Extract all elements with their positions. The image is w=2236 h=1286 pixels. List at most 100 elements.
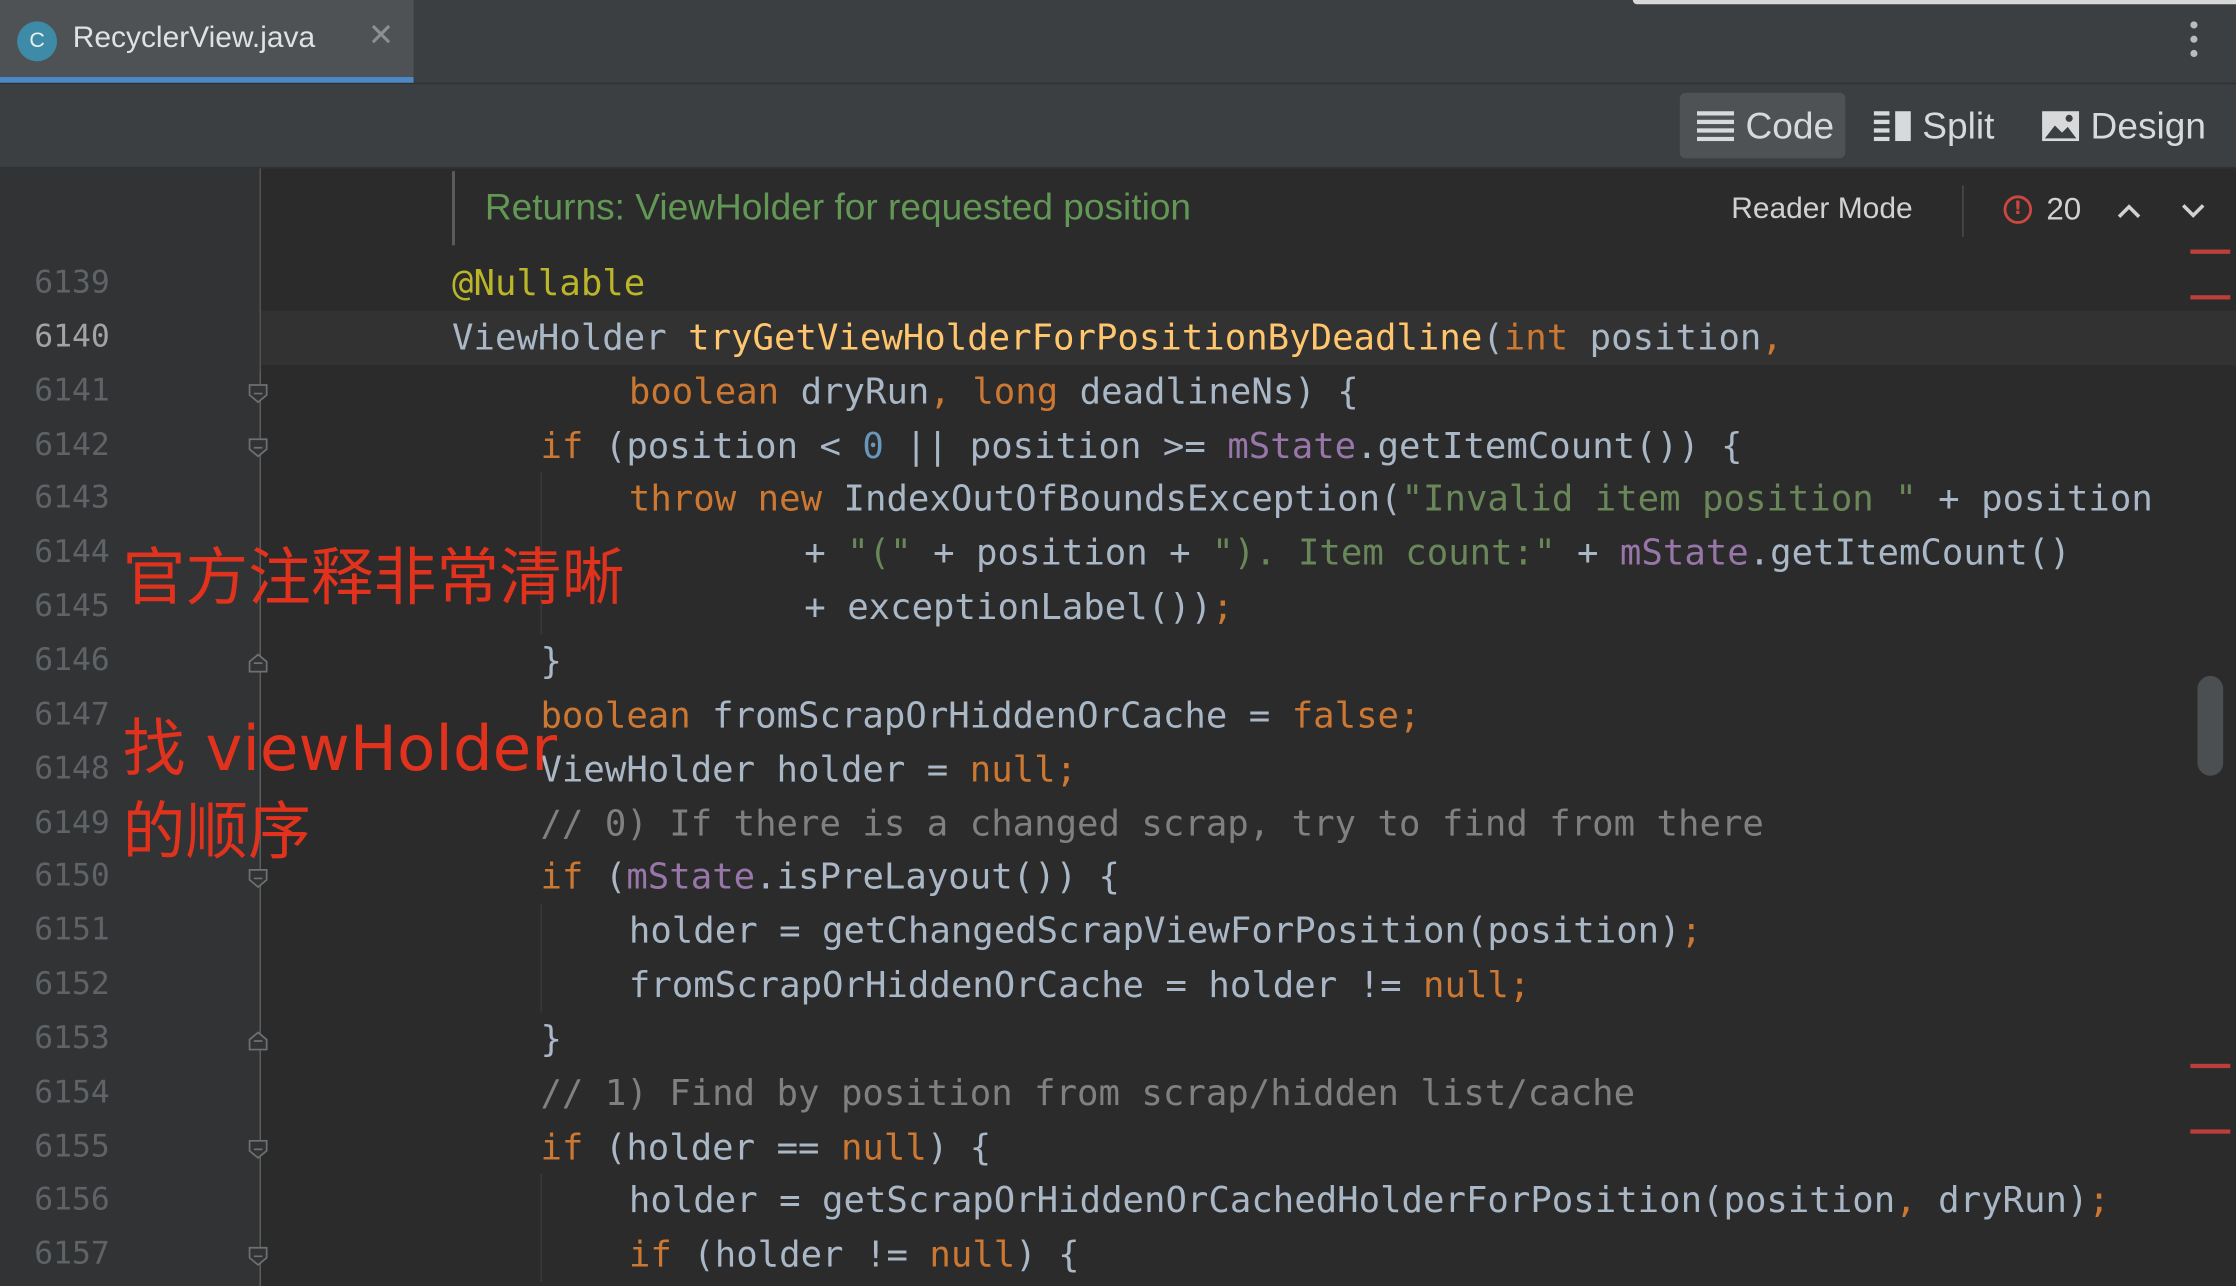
code-line[interactable]: if (holder != null) {: [629, 1228, 1080, 1282]
code-token: (: [1482, 316, 1504, 358]
code-token: (holder !=: [693, 1233, 930, 1276]
line-number[interactable]: 6152: [34, 958, 120, 1012]
fold-marker-icon[interactable]: [248, 1137, 268, 1159]
code-token: // 1) Find by position from scrap/hidden…: [540, 1072, 1636, 1114]
annotation-order: 的顺序: [122, 795, 311, 869]
code-line[interactable]: holder = getScrapOrHiddenOrCachedHolderF…: [629, 1174, 2110, 1228]
code-token: mState: [1227, 424, 1357, 466]
line-number[interactable]: 6150: [34, 850, 120, 904]
code-mode-label: Code: [1745, 104, 1835, 147]
code-token: "(": [847, 532, 934, 574]
error-icon[interactable]: !: [2003, 195, 2033, 224]
code-token: int: [1503, 316, 1590, 358]
code-token: tryGetViewHolderForPositionByDeadline: [688, 316, 1483, 358]
code-line[interactable]: + "(" + position + "). Item count:" + mS…: [804, 527, 2070, 581]
active-tab-indicator: [0, 77, 414, 83]
line-number[interactable]: 6142: [34, 419, 120, 473]
code-token: +: [1576, 532, 1620, 574]
chevron-up-icon[interactable]: [2115, 197, 2144, 226]
code-line[interactable]: }: [540, 634, 561, 688]
line-number[interactable]: 6141: [34, 365, 120, 419]
close-icon[interactable]: ✕: [368, 19, 394, 55]
code-token: holder = getScrapOrHiddenOrCachedHolderF…: [628, 1179, 1896, 1222]
code-token: + exceptionLabel()): [804, 586, 1213, 628]
line-number[interactable]: 6156: [34, 1174, 120, 1228]
reader-separator: [1962, 185, 1964, 237]
line-number[interactable]: 6155: [34, 1120, 120, 1174]
code-line[interactable]: @Nullable: [452, 257, 645, 311]
line-number[interactable]: 6157: [34, 1228, 120, 1282]
line-number[interactable]: 6140: [34, 311, 120, 365]
fold-marker-icon[interactable]: [248, 436, 268, 457]
line-number[interactable]: 6144: [34, 527, 120, 581]
code-token: +: [804, 532, 848, 574]
image-icon: [2042, 96, 2080, 162]
error-stripe-marker[interactable]: [2190, 249, 2231, 254]
code-line[interactable]: }: [540, 1012, 561, 1066]
code-line[interactable]: if (holder == null) {: [540, 1120, 991, 1174]
error-stripe-marker[interactable]: [2190, 1129, 2231, 1134]
code-token: ,: [929, 370, 973, 412]
chevron-down-icon[interactable]: [2179, 197, 2208, 226]
code-line[interactable]: // 1) Find by position from scrap/hidden…: [540, 1066, 1635, 1120]
code-line[interactable]: ViewHolder tryGetViewHolderForPositionBy…: [452, 311, 1783, 365]
indent-guide: [540, 904, 542, 1013]
fold-marker-icon[interactable]: [248, 1245, 268, 1267]
code-line[interactable]: fromScrapOrHiddenOrCache = holder != nul…: [629, 958, 1530, 1012]
design-mode-label: Design: [2090, 104, 2206, 147]
line-number[interactable]: 6154: [34, 1066, 120, 1120]
code-line[interactable]: throw new IndexOutOfBoundsException("Inv…: [629, 473, 2153, 527]
rendered-doc-comment: Returns: ViewHolder for requested positi…: [261, 168, 2236, 254]
code-line[interactable]: if (mState.isPreLayout()) {: [540, 850, 1120, 904]
code-token: IndexOutOfBoundsException(: [843, 478, 1402, 520]
annotation-comment-clear: 官方注释非常清晰: [122, 541, 625, 615]
code-token: null;: [1423, 964, 1531, 1006]
fold-marker-icon[interactable]: [248, 868, 268, 889]
code-token: || position >=: [905, 424, 1228, 466]
code-mode-button[interactable]: Code: [1679, 92, 1846, 162]
code-token: throw new: [628, 478, 844, 520]
line-number[interactable]: 6149: [34, 796, 120, 850]
code-line[interactable]: if (position < 0 || position >= mState.g…: [540, 419, 1742, 473]
code-line[interactable]: boolean dryRun, long deadlineNs) {: [629, 365, 1359, 419]
lines-icon: [1696, 96, 1735, 162]
code-token: if: [628, 1233, 694, 1276]
line-number[interactable]: 6151: [34, 904, 120, 958]
code-token: .getItemCount()) {: [1356, 424, 1743, 466]
split-mode-button[interactable]: Split: [1873, 93, 2017, 162]
design-mode-button[interactable]: Design: [2042, 93, 2222, 159]
line-number[interactable]: 6147: [34, 688, 120, 742]
code-token: null: [929, 1233, 1016, 1276]
line-number[interactable]: 6146: [34, 634, 120, 688]
java-class-icon: C: [17, 21, 58, 62]
code-token: ,: [1895, 1179, 1939, 1222]
code-token: null: [840, 1125, 927, 1168]
tab-recyclerview-java[interactable]: C RecyclerView.java ✕: [0, 0, 414, 83]
more-vertical-icon[interactable]: [2182, 17, 2205, 60]
code-token: "Invalid item position ": [1401, 478, 1939, 520]
error-stripe-marker[interactable]: [2190, 295, 2231, 300]
line-number[interactable]: 6148: [34, 742, 120, 796]
line-number[interactable]: 6153: [34, 1012, 120, 1066]
fold-marker-icon[interactable]: [248, 382, 268, 403]
fold-marker-icon[interactable]: [248, 652, 268, 673]
vertical-scrollbar-thumb[interactable]: [2197, 675, 2224, 776]
code-token: dryRun: [800, 370, 930, 412]
error-stripe-marker[interactable]: [2190, 1063, 2231, 1069]
doc-bar: [452, 171, 455, 246]
code-line[interactable]: // 0) If there is a changed scrap, try t…: [540, 796, 1763, 850]
line-number[interactable]: 6143: [34, 473, 120, 527]
fold-marker-icon[interactable]: [248, 1029, 268, 1051]
code-line[interactable]: ViewHolder holder = null;: [540, 742, 1077, 796]
line-number[interactable]: 6139: [34, 257, 120, 311]
line-number[interactable]: 6145: [34, 581, 120, 635]
code-token: + position +: [933, 532, 1213, 574]
code-line[interactable]: + exceptionLabel());: [804, 581, 1233, 635]
reader-mode-button[interactable]: Reader Mode: [1731, 193, 1912, 227]
split-icon: [1873, 96, 1911, 162]
code-line[interactable]: holder = getChangedScrapViewForPosition(…: [629, 904, 1702, 958]
code-line[interactable]: boolean fromScrapOrHiddenOrCache = false…: [540, 688, 1420, 742]
code-token: boolean: [628, 370, 801, 412]
error-count[interactable]: 20: [2046, 191, 2081, 228]
code-token: ViewHolder holder =: [540, 748, 970, 790]
